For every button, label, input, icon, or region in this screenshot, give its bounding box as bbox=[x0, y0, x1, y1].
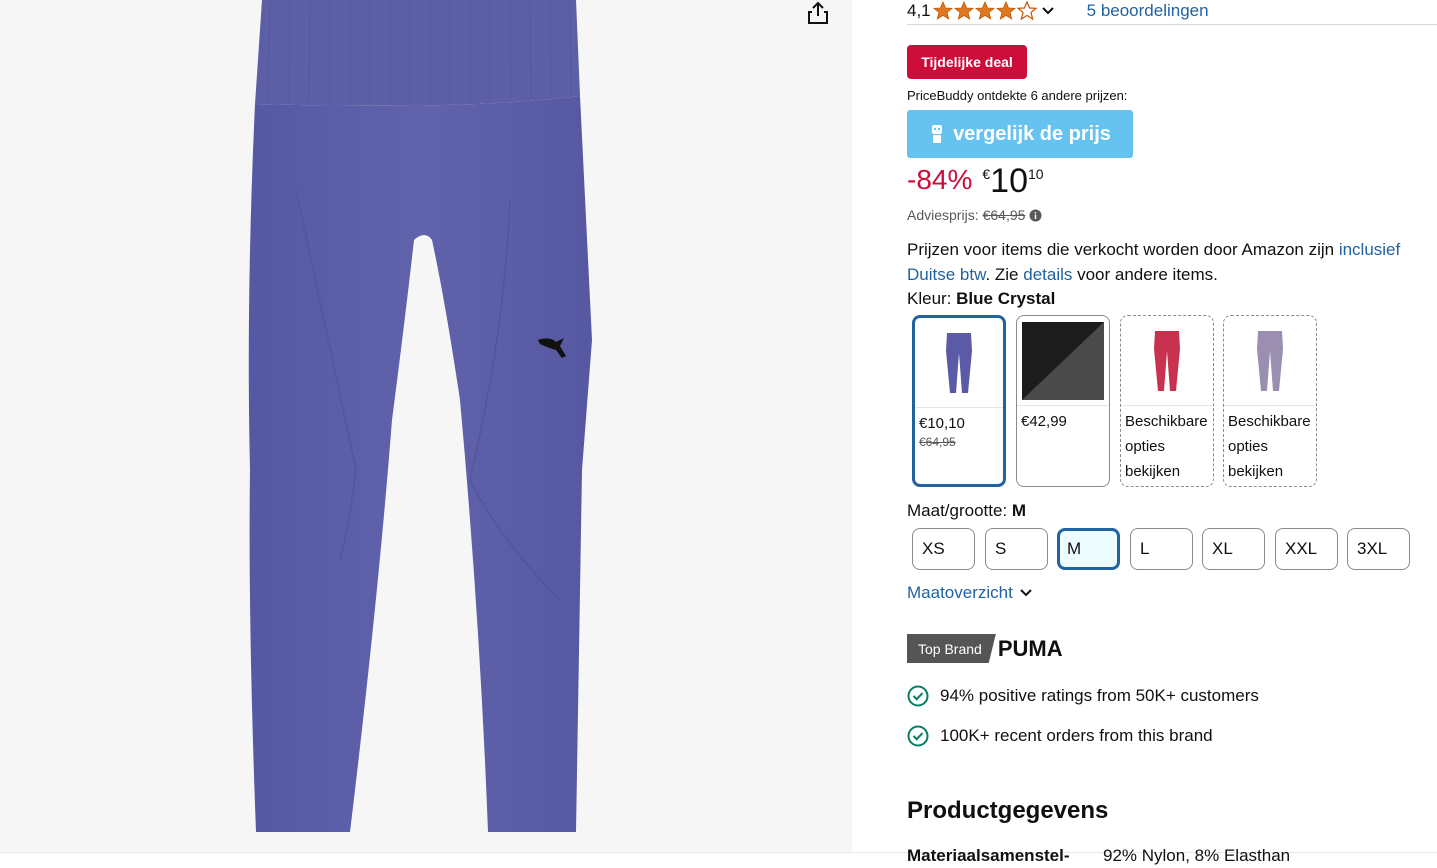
size-label-text: Maat/grootte: bbox=[907, 501, 1012, 520]
swatch-line: bekijken bbox=[1125, 463, 1181, 480]
size-label: Maat/grootte: M bbox=[907, 501, 1026, 521]
swatch-line: opties bbox=[1228, 438, 1269, 455]
share-icon bbox=[808, 1, 828, 24]
product-image[interactable] bbox=[0, 0, 852, 852]
color-swatch-black[interactable]: €42,99 bbox=[1016, 315, 1110, 487]
swatch-line: Beschikbare bbox=[1125, 413, 1208, 430]
brand-name[interactable]: PUMA bbox=[998, 636, 1063, 662]
chevron-down-icon bbox=[1020, 589, 1032, 597]
size-chart-link[interactable]: Maatoverzicht bbox=[907, 583, 1033, 603]
spec-key: Materiaalsamenstel- bbox=[907, 846, 1070, 865]
price-block: -84% € 10 10 bbox=[907, 162, 1044, 200]
size-option-s[interactable]: S bbox=[985, 528, 1048, 570]
swatch-price: €42,99 bbox=[1021, 413, 1067, 430]
swatch-options-text: Beschikbare opties bekijken bbox=[1121, 406, 1213, 484]
selected-color: Blue Crystal bbox=[956, 289, 1056, 308]
swatch-options-text: Beschikbare opties bekijken bbox=[1224, 406, 1316, 484]
star-full-icon bbox=[932, 0, 953, 20]
check-circle-icon bbox=[907, 685, 929, 707]
swatch-image bbox=[915, 318, 1003, 408]
vat-text-3: voor andere items. bbox=[1072, 265, 1218, 284]
selected-size: M bbox=[1011, 501, 1027, 520]
list-price-value: €64,95 bbox=[982, 207, 1026, 223]
star-full-icon bbox=[995, 0, 1016, 20]
color-label-text: Kleur: bbox=[907, 289, 957, 308]
brand-row: Top Brand PUMA bbox=[907, 634, 1063, 663]
pricebuddy-text: PriceBuddy ontdekte 6 andere prijzen: bbox=[907, 88, 1128, 103]
price-currency: € bbox=[982, 166, 991, 182]
list-price-label: Adviesprijs: bbox=[907, 207, 979, 223]
color-swatch-red[interactable]: Beschikbare opties bekijken bbox=[1120, 315, 1214, 487]
brand-point: 100K+ recent orders from this brand bbox=[907, 725, 1213, 747]
brand-point-text: 100K+ recent orders from this brand bbox=[940, 726, 1213, 745]
swatch-image bbox=[1017, 316, 1109, 406]
vat-text-1: Prijzen voor items die verkocht worden d… bbox=[907, 240, 1339, 259]
rating-row: 4,1 5 beoordelingen bbox=[907, 0, 1437, 25]
pricebuddy-mascot-icon bbox=[932, 125, 943, 143]
chevron-down-icon[interactable] bbox=[1041, 4, 1055, 18]
size-option-xl[interactable]: XL bbox=[1202, 528, 1265, 570]
vat-text-2: . Zie bbox=[985, 265, 1024, 284]
details-link[interactable]: details bbox=[1023, 265, 1072, 284]
swatch-price: €10,10 bbox=[919, 415, 965, 432]
size-option-m[interactable]: M bbox=[1057, 528, 1120, 570]
size-option-xxl[interactable]: XXL bbox=[1275, 528, 1338, 570]
swatch-line: Beschikbare bbox=[1228, 413, 1311, 430]
discount-percent: -84% bbox=[907, 164, 973, 195]
size-option-l[interactable]: L bbox=[1130, 528, 1193, 570]
share-button[interactable] bbox=[805, 0, 831, 26]
size-option-3xl[interactable]: 3XL bbox=[1347, 528, 1410, 570]
reviews-link[interactable]: 5 beoordelingen bbox=[1087, 1, 1209, 21]
price-whole: 10 bbox=[990, 162, 1028, 200]
star-empty-icon bbox=[1016, 0, 1037, 20]
brand-point-text: 94% positive ratings from 50K+ customers bbox=[940, 686, 1259, 705]
vat-notice: Prijzen voor items die verkocht worden d… bbox=[907, 237, 1437, 287]
color-swatch-blue-crystal[interactable]: €10,10 €64,95 bbox=[912, 315, 1006, 487]
price-fraction: 10 bbox=[1028, 166, 1044, 182]
swatch-line: bekijken bbox=[1228, 463, 1284, 480]
brand-point: 94% positive ratings from 50K+ customers bbox=[907, 685, 1259, 707]
product-details-heading: Productgegevens bbox=[907, 797, 1109, 824]
check-circle-icon bbox=[907, 725, 929, 747]
compare-price-button[interactable]: vergelijk de prijs bbox=[907, 110, 1133, 158]
list-price-row: Adviesprijs: €64,95 bbox=[907, 207, 1042, 223]
size-option-xs[interactable]: XS bbox=[912, 528, 975, 570]
size-chart-label: Maatoverzicht bbox=[907, 583, 1013, 602]
star-rating[interactable] bbox=[932, 0, 1037, 21]
spec-row-material: Materiaalsamenstel- 92% Nylon, 8% Elasth… bbox=[907, 846, 1290, 866]
spec-value: 92% Nylon, 8% Elasthan bbox=[1103, 846, 1291, 865]
swatch-line: opties bbox=[1125, 438, 1166, 455]
swatch-image bbox=[1224, 316, 1316, 406]
compare-price-label: vergelijk de prijs bbox=[953, 122, 1111, 145]
swatch-old-price: €64,95 bbox=[919, 435, 956, 449]
star-full-icon bbox=[974, 0, 995, 20]
color-label: Kleur: Blue Crystal bbox=[907, 289, 1055, 309]
rating-value: 4,1 bbox=[907, 0, 931, 20]
product-image-panel bbox=[0, 0, 852, 852]
star-full-icon bbox=[953, 0, 974, 20]
color-swatch-lilac[interactable]: Beschikbare opties bekijken bbox=[1223, 315, 1317, 487]
info-icon[interactable] bbox=[1029, 209, 1042, 222]
deal-badge: Tijdelijke deal bbox=[907, 45, 1027, 79]
swatch-image bbox=[1121, 316, 1213, 406]
top-brand-badge: Top Brand bbox=[907, 634, 996, 663]
